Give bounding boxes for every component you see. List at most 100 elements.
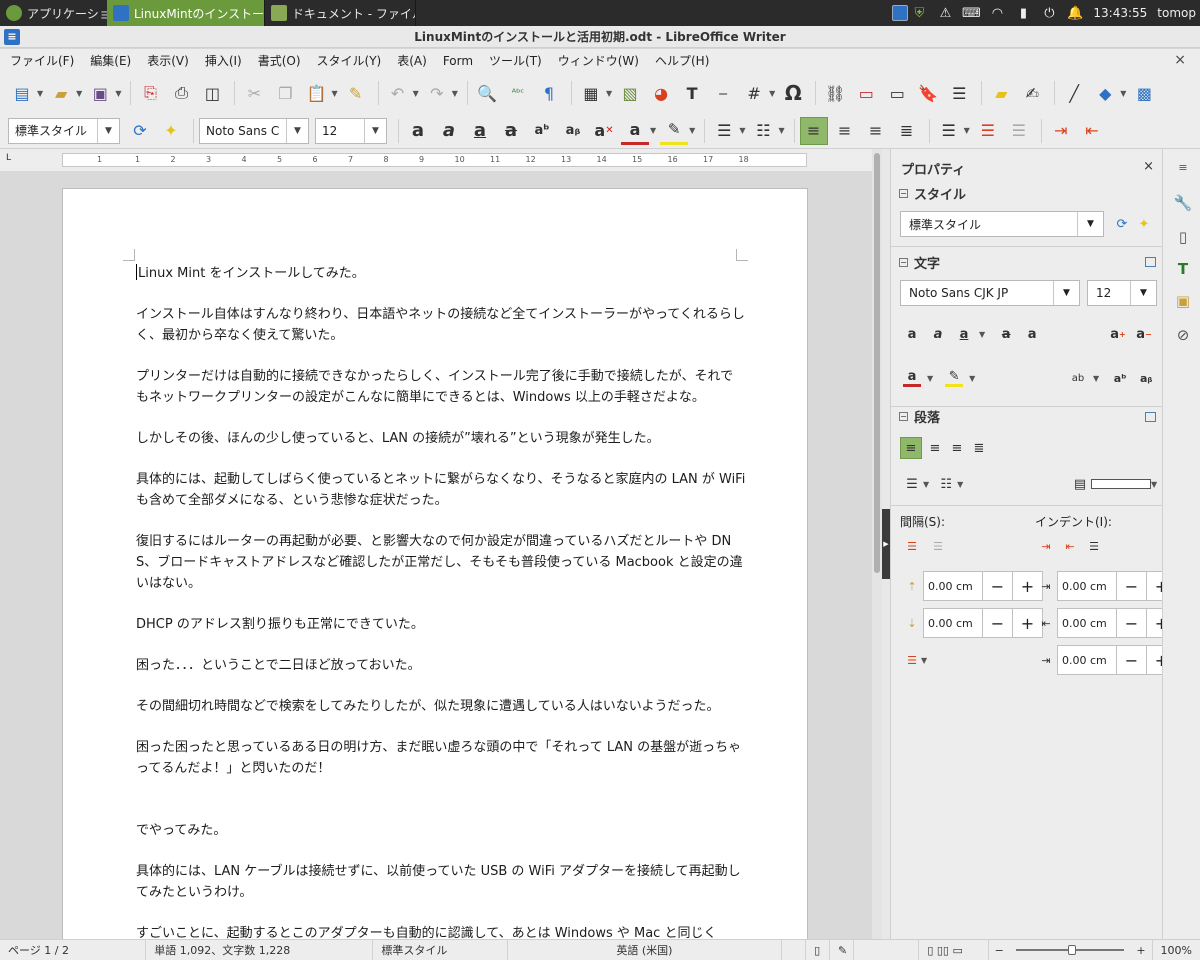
gallery-deck-icon[interactable]: ▣ xyxy=(1171,289,1195,313)
bold-icon[interactable]: a xyxy=(903,325,921,343)
menu-table[interactable]: 表(A) xyxy=(389,49,435,73)
show-desktop-button[interactable] xyxy=(886,0,911,26)
clear-formatting-icon[interactable]: a ✕ xyxy=(590,117,618,145)
chevron-down-icon[interactable]: ▼ xyxy=(1053,281,1079,305)
decrease-font-size-icon[interactable]: a − xyxy=(1135,325,1153,343)
line-spacing-icon[interactable]: ☰ xyxy=(903,651,921,669)
new-style-icon[interactable]: ✦ xyxy=(157,117,185,145)
character-spacing-icon[interactable]: ab xyxy=(1069,369,1087,387)
clock[interactable]: 13:43:55 xyxy=(1093,6,1147,20)
document-paragraph[interactable]: 具体的には、起動してしばらく使っているとネットに繋がらなくなり、そうなると家庭内… xyxy=(136,469,746,511)
insert-table-icon[interactable]: ▦ xyxy=(577,79,605,107)
document-paragraph[interactable]: プリンターだけは自動的に接続できなかったらしく、インストール完了後に手動で接続し… xyxy=(136,366,746,408)
chevron-down-icon[interactable]: ▼ xyxy=(969,374,975,383)
decrement-button[interactable]: − xyxy=(1117,608,1147,638)
subscript-icon[interactable]: aᵦ xyxy=(1137,369,1155,387)
menu-view[interactable]: 表示(V) xyxy=(139,49,197,73)
paragraph-background-icon[interactable]: ▤ xyxy=(1071,475,1089,493)
chevron-down-icon[interactable]: ▼ xyxy=(76,89,82,98)
chevron-down-icon[interactable]: ▼ xyxy=(606,89,612,98)
menu-window[interactable]: ウィンドウ(W) xyxy=(550,49,647,73)
justify-icon[interactable]: ≣ xyxy=(893,117,921,145)
menu-insert[interactable]: 挿入(I) xyxy=(197,49,250,73)
redo-icon[interactable]: ↷ xyxy=(423,79,451,107)
menu-form[interactable]: Form xyxy=(435,49,481,73)
insert-page-break-icon[interactable]: ⎯ xyxy=(709,79,737,107)
font-name-select[interactable]: Noto Sans C ▼ xyxy=(199,117,309,144)
sidebar-font-name-select[interactable]: Noto Sans CJK JP ▼ xyxy=(900,280,1080,306)
strikethrough-icon[interactable]: a xyxy=(997,325,1015,343)
spelling-icon[interactable]: ᴬᵇᶜ xyxy=(504,79,532,107)
align-center-icon[interactable]: ≡ xyxy=(926,439,944,457)
hanging-indent-icon[interactable]: ☰ xyxy=(1085,537,1103,555)
first-line-indent-value[interactable]: 0.00 cm xyxy=(1057,645,1117,675)
increase-paragraph-spacing-icon[interactable]: ☰ xyxy=(974,117,1002,145)
close-document-button[interactable]: × xyxy=(1174,52,1186,68)
page-number-status[interactable]: ページ 1 / 2 xyxy=(0,939,147,960)
underline-icon[interactable]: a xyxy=(955,325,973,343)
chevron-down-icon[interactable]: ▼ xyxy=(1120,89,1126,98)
font-color-icon[interactable]: a xyxy=(621,117,649,145)
chevron-down-icon[interactable]: ▼ xyxy=(739,126,745,135)
align-right-icon[interactable]: ≡ xyxy=(862,117,890,145)
document-area[interactable]: Linux Mint をインストールしてみた。 インストール自体はすんなり終わり、… xyxy=(0,171,872,939)
chevron-down-icon[interactable]: ▼ xyxy=(286,118,308,143)
menu-file[interactable]: ファイル(F) xyxy=(2,49,82,73)
decrement-button[interactable]: − xyxy=(983,571,1013,601)
insert-chart-icon[interactable]: ◕ xyxy=(647,79,675,107)
track-changes-icon[interactable]: ✍ xyxy=(1018,79,1046,107)
scrollbar-thumb[interactable] xyxy=(874,153,880,573)
bullet-list-icon[interactable]: ☰ xyxy=(710,117,738,145)
cut-icon[interactable]: ✂ xyxy=(240,79,268,107)
decrement-button[interactable]: − xyxy=(1117,571,1147,601)
notification-bell-icon[interactable]: 🔔 xyxy=(1067,5,1083,21)
formatting-marks-icon[interactable]: ¶ xyxy=(535,79,563,107)
more-options-icon[interactable] xyxy=(1145,412,1156,422)
italic-icon[interactable]: a xyxy=(435,117,463,145)
navigator-deck-icon[interactable]: ⊘ xyxy=(1171,323,1195,347)
page-style-status[interactable]: 標準スタイル xyxy=(373,939,508,960)
shadow-icon[interactable]: a xyxy=(1023,325,1041,343)
superscript-icon[interactable]: aᵇ xyxy=(1111,369,1129,387)
numbered-list-icon[interactable]: ☷ xyxy=(937,475,955,493)
chevron-down-icon[interactable]: ▼ xyxy=(37,89,43,98)
window-titlebar[interactable]: ≡ LinuxMintのインストールと活用初期.odt - LibreOffic… xyxy=(0,26,1200,48)
superscript-icon[interactable]: aᵇ xyxy=(528,117,556,145)
sidebar-style-select[interactable]: 標準スタイル ▼ xyxy=(900,211,1104,237)
keyboard-icon[interactable]: ⌨ xyxy=(962,5,981,21)
menu-edit[interactable]: 編集(E) xyxy=(82,49,139,73)
align-center-icon[interactable]: ≡ xyxy=(831,117,859,145)
zoom-in-icon[interactable]: + xyxy=(1130,944,1151,957)
menu-format[interactable]: 書式(O) xyxy=(250,49,309,73)
chevron-down-icon[interactable]: ▼ xyxy=(1151,480,1157,489)
chevron-down-icon[interactable]: ▼ xyxy=(452,89,458,98)
chevron-down-icon[interactable]: ▼ xyxy=(923,480,929,489)
styles-deck-icon[interactable]: T xyxy=(1171,257,1195,281)
vertical-scrollbar[interactable] xyxy=(872,149,882,939)
paragraph-style-select[interactable]: 標準スタイル ▼ xyxy=(8,117,120,144)
menu-help[interactable]: ヘルプ(H) xyxy=(647,49,717,73)
increase-indent-icon[interactable]: ⇥ xyxy=(1037,537,1055,555)
chevron-down-icon[interactable]: ▼ xyxy=(921,656,927,665)
highlight-color-icon[interactable]: ✎ xyxy=(660,117,689,145)
battery-icon[interactable]: ▮ xyxy=(1015,5,1031,21)
document-paragraph[interactable]: すごいことに、起動するとこのアダプターも自動的に認識して、あとは Windows… xyxy=(136,923,746,939)
document-paragraph[interactable]: Linux Mint をインストールしてみた。 xyxy=(136,263,746,284)
decrease-indent-icon[interactable]: ⇤ xyxy=(1078,117,1106,145)
taskbar-window-writer[interactable]: LinuxMintのインストール... xyxy=(106,0,265,26)
bullet-list-icon[interactable]: ☰ xyxy=(903,475,921,493)
chevron-down-icon[interactable]: ▼ xyxy=(115,89,121,98)
document-paragraph[interactable]: 具体的には、LAN ケーブルは接続せずに、以前使っていた USB の WiFi … xyxy=(136,861,746,903)
style-section-header[interactable]: − スタイル xyxy=(899,184,966,203)
footnote-icon[interactable]: ▭ xyxy=(852,79,880,107)
decrease-paragraph-spacing-icon[interactable]: ☰ xyxy=(1005,117,1033,145)
applications-menu-button[interactable]: アプリケーション xyxy=(0,0,107,26)
endnote-icon[interactable]: ▭ xyxy=(883,79,911,107)
paste-icon[interactable]: 📋 xyxy=(302,79,330,107)
close-sidebar-button[interactable]: × xyxy=(1143,159,1154,174)
update-style-icon[interactable]: ⟳ xyxy=(1113,215,1131,233)
chevron-down-icon[interactable]: ▼ xyxy=(364,118,386,143)
menu-styles[interactable]: スタイル(Y) xyxy=(309,49,390,73)
paragraph-section-header[interactable]: − 段落 xyxy=(899,407,940,426)
chevron-down-icon[interactable]: ▼ xyxy=(957,480,963,489)
